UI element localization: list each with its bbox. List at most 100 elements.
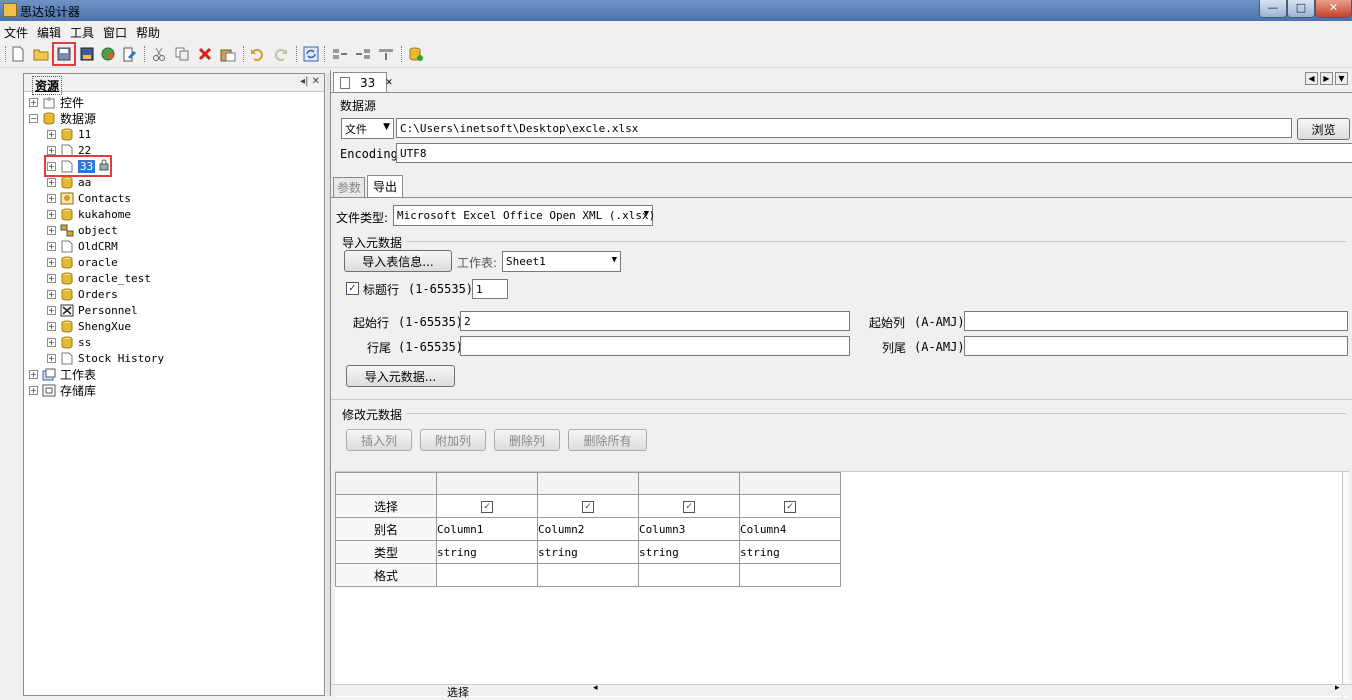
expand-icon[interactable]: +: [47, 209, 56, 219]
cut-icon[interactable]: [150, 45, 168, 63]
delete-icon[interactable]: [196, 45, 214, 63]
tree-item[interactable]: + Orders: [47, 286, 118, 302]
vertical-scrollbar[interactable]: [1342, 472, 1349, 698]
sync-icon[interactable]: [302, 45, 320, 63]
tree-item[interactable]: + Contacts: [47, 190, 131, 206]
minimize-button[interactable]: —: [1259, 0, 1287, 18]
header-row-checkbox[interactable]: ✓: [346, 282, 359, 295]
import-metadata-button[interactable]: 导入元数据...: [346, 365, 455, 387]
column4-select-checkbox[interactable]: ✓: [784, 501, 796, 513]
column-header[interactable]: [638, 472, 740, 495]
type-cell[interactable]: string: [739, 540, 841, 564]
tab-parameters[interactable]: 参数: [333, 177, 365, 197]
encoding-input[interactable]: UTF8: [396, 143, 1352, 163]
tab-33[interactable]: 33 ✕: [333, 72, 393, 92]
scroll-right-icon[interactable]: ▸: [1335, 683, 1340, 693]
column-header[interactable]: [436, 472, 538, 495]
undo-icon[interactable]: [248, 45, 266, 63]
tree-item[interactable]: +22: [47, 142, 91, 158]
delete-all-button[interactable]: 删除所有: [568, 429, 647, 451]
column3-select-checkbox[interactable]: ✓: [683, 501, 695, 513]
expand-icon[interactable]: +: [29, 385, 38, 395]
refresh-data-icon[interactable]: [99, 45, 117, 63]
alias-cell[interactable]: Column3: [638, 517, 740, 541]
expand-icon[interactable]: +: [47, 321, 56, 331]
layout-right-icon[interactable]: [354, 45, 372, 63]
menu-window[interactable]: 窗口: [103, 24, 127, 41]
tree-item[interactable]: + object: [47, 222, 118, 238]
expand-icon[interactable]: +: [47, 225, 56, 235]
new-file-icon[interactable]: [9, 45, 27, 63]
tab-prev-icon[interactable]: ◀: [1305, 72, 1318, 85]
select-cell[interactable]: ✓: [537, 494, 639, 518]
tree-item[interactable]: + 存储库: [29, 382, 96, 398]
expand-icon[interactable]: +: [47, 337, 56, 347]
expand-icon[interactable]: +: [47, 177, 56, 187]
column-header[interactable]: [537, 472, 639, 495]
tree-item[interactable]: + 工作表: [29, 366, 96, 382]
layout-center-icon[interactable]: [377, 45, 395, 63]
alias-cell[interactable]: Column1: [436, 517, 538, 541]
delete-column-button[interactable]: 删除列: [494, 429, 560, 451]
expand-icon[interactable]: +: [47, 273, 56, 283]
column-header[interactable]: [739, 472, 841, 495]
end-col-input[interactable]: [964, 336, 1348, 356]
header-row-input[interactable]: 1: [472, 279, 508, 299]
expand-icon[interactable]: +: [47, 145, 56, 155]
source-type-select[interactable]: 文件 ▼: [341, 118, 394, 139]
format-cell[interactable]: [739, 563, 841, 587]
type-cell[interactable]: string: [537, 540, 639, 564]
insert-column-button[interactable]: 插入列: [346, 429, 412, 451]
tab-list-icon[interactable]: ▼: [1335, 72, 1348, 85]
expand-icon[interactable]: +: [47, 193, 56, 203]
edit-icon[interactable]: [120, 45, 138, 63]
redo-icon[interactable]: [272, 45, 290, 63]
format-cell[interactable]: [638, 563, 740, 587]
expand-icon[interactable]: +: [47, 241, 56, 251]
tree-item[interactable]: + OldCRM: [47, 238, 118, 254]
import-table-info-button[interactable]: 导入表信息...: [344, 250, 452, 272]
open-folder-icon[interactable]: [32, 45, 50, 63]
tree-item[interactable]: + ShengXue: [47, 318, 131, 334]
tree-item[interactable]: + Stock History: [47, 350, 164, 366]
database-connect-icon[interactable]: [407, 45, 425, 63]
expand-icon[interactable]: +: [47, 289, 56, 299]
tab-next-icon[interactable]: ▶: [1320, 72, 1333, 85]
expand-icon[interactable]: +: [47, 305, 56, 315]
tree-item[interactable]: + oracle_test: [47, 270, 151, 286]
type-cell[interactable]: string: [436, 540, 538, 564]
paste-icon[interactable]: [219, 45, 237, 63]
column2-select-checkbox[interactable]: ✓: [582, 501, 594, 513]
column1-select-checkbox[interactable]: ✓: [481, 501, 493, 513]
type-cell[interactable]: string: [638, 540, 740, 564]
layout-left-icon[interactable]: [331, 45, 349, 63]
save-icon[interactable]: [52, 42, 76, 66]
tree-item[interactable]: − 数据源: [29, 110, 96, 126]
alias-cell[interactable]: Column2: [537, 517, 639, 541]
file-path-input[interactable]: C:\Users\inetsoft\Desktop\excle.xlsx: [396, 118, 1292, 138]
tree-item[interactable]: + 控件: [29, 94, 84, 110]
maximize-button[interactable]: □: [1287, 0, 1315, 18]
start-row-input[interactable]: 2: [460, 311, 850, 331]
panel-controls[interactable]: ◂| ✕: [300, 76, 320, 87]
scroll-left-icon[interactable]: ◂: [593, 683, 598, 693]
tree-item[interactable]: + ss: [47, 334, 91, 350]
menu-file[interactable]: 文件: [4, 24, 28, 41]
collapse-icon[interactable]: −: [29, 113, 38, 123]
menu-edit[interactable]: 编辑: [37, 24, 61, 41]
tree-item[interactable]: + oracle: [47, 254, 118, 270]
expand-icon[interactable]: +: [29, 369, 38, 379]
start-col-input[interactable]: [964, 311, 1348, 331]
tree-item[interactable]: +33: [43, 155, 113, 177]
menu-help[interactable]: 帮助: [136, 24, 160, 41]
alias-cell[interactable]: Column4: [739, 517, 841, 541]
expand-icon[interactable]: +: [47, 353, 56, 363]
tree-item[interactable]: + kukahome: [47, 206, 131, 222]
format-cell[interactable]: [537, 563, 639, 587]
copy-icon[interactable]: [173, 45, 191, 63]
tree-item[interactable]: +11: [47, 126, 91, 142]
save-all-icon[interactable]: [78, 45, 96, 63]
append-column-button[interactable]: 附加列: [420, 429, 486, 451]
select-cell[interactable]: ✓: [638, 494, 740, 518]
close-button[interactable]: ✕: [1315, 0, 1352, 18]
